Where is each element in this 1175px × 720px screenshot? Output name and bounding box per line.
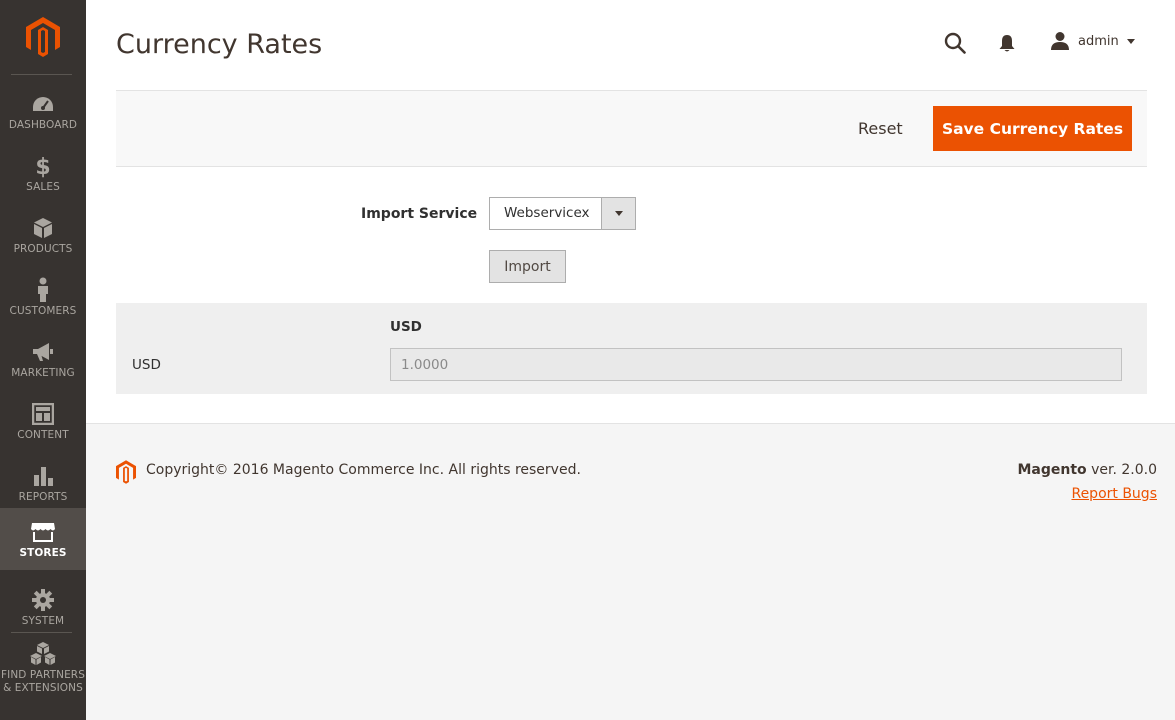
import-service-select[interactable]: Webservicex bbox=[489, 197, 636, 230]
sidebar-item-customers[interactable]: CUSTOMERS bbox=[0, 266, 86, 328]
sidebar-item-label: REPORTS bbox=[18, 491, 68, 503]
chevron-down-icon bbox=[1126, 38, 1135, 44]
sidebar-item-label: SYSTEM bbox=[21, 615, 65, 627]
version-info: Magento ver. 2.0.0 bbox=[1017, 462, 1157, 478]
sidebar-item-label: CONTENT bbox=[17, 429, 69, 441]
sidebar-item-label: STORES bbox=[19, 547, 67, 559]
admin-sidebar: DASHBOARD $ SALES PRODUCTS CUSTOMERS MAR… bbox=[0, 0, 86, 720]
bar-chart-icon bbox=[30, 464, 56, 488]
report-bugs-link[interactable]: Report Bugs bbox=[1071, 486, 1157, 502]
version-text: ver. 2.0.0 bbox=[1086, 462, 1157, 478]
import-service-value: Webservicex bbox=[504, 205, 590, 221]
gear-icon bbox=[30, 588, 56, 612]
cubes-icon bbox=[30, 642, 56, 666]
sidebar-item-label: DASHBOARD bbox=[8, 119, 78, 131]
sidebar-item-label: SALES bbox=[26, 181, 60, 193]
sidebar-item-content[interactable]: CONTENT bbox=[0, 390, 86, 452]
sidebar-divider bbox=[11, 632, 72, 633]
person-icon bbox=[30, 277, 56, 302]
row-label: USD bbox=[132, 357, 161, 373]
sidebar-item-stores[interactable]: STORES bbox=[0, 508, 86, 570]
sidebar-item-marketing[interactable]: MARKETING bbox=[0, 328, 86, 390]
admin-username: admin bbox=[1078, 33, 1119, 49]
magento-logo-icon bbox=[26, 17, 60, 57]
save-currency-rates-button[interactable]: Save Currency Rates bbox=[933, 106, 1132, 151]
magento-logo[interactable] bbox=[0, 0, 86, 74]
main-area: Currency Rates admin Reset Save Currency… bbox=[86, 0, 1175, 720]
brand-name: Magento bbox=[1017, 462, 1087, 478]
svg-text:$: $ bbox=[35, 155, 50, 178]
sidebar-item-products[interactable]: PRODUCTS bbox=[0, 204, 86, 266]
magento-logo-icon bbox=[116, 460, 136, 484]
notifications[interactable] bbox=[998, 34, 1016, 57]
select-toggle[interactable] bbox=[601, 198, 635, 229]
currency-rates-table: USD USD bbox=[116, 303, 1147, 394]
sidebar-item-system[interactable]: SYSTEM bbox=[0, 576, 86, 638]
megaphone-icon bbox=[30, 340, 56, 364]
copyright-text: Copyright© 2016 Magento Commerce Inc. Al… bbox=[146, 462, 581, 478]
sidebar-divider bbox=[11, 74, 72, 75]
page-title: Currency Rates bbox=[116, 29, 323, 60]
chevron-down-icon bbox=[614, 211, 623, 216]
footer-logo bbox=[116, 460, 136, 488]
import-service-label: Import Service bbox=[361, 206, 478, 222]
dollar-icon: $ bbox=[30, 154, 56, 178]
layout-icon bbox=[30, 402, 56, 426]
user-icon bbox=[1051, 32, 1069, 50]
rate-input[interactable] bbox=[390, 348, 1122, 381]
store-icon bbox=[30, 520, 56, 544]
box-icon bbox=[30, 216, 56, 240]
sidebar-item-sales[interactable]: $ SALES bbox=[0, 142, 86, 204]
sidebar-item-label: CUSTOMERS bbox=[9, 305, 77, 317]
dashboard-icon bbox=[30, 92, 56, 116]
admin-user-menu[interactable]: admin bbox=[1050, 31, 1135, 51]
sidebar-item-label: PRODUCTS bbox=[13, 243, 73, 255]
sidebar-item-reports[interactable]: REPORTS bbox=[0, 452, 86, 514]
bell-icon bbox=[999, 35, 1015, 52]
import-button[interactable]: Import bbox=[489, 250, 566, 283]
page-content: Currency Rates admin Reset Save Currency… bbox=[86, 0, 1175, 424]
search-icon bbox=[944, 32, 966, 54]
sidebar-item-find-partners[interactable]: FIND PARTNERS & EXTENSIONS bbox=[0, 638, 86, 700]
global-search[interactable] bbox=[944, 32, 966, 58]
sidebar-item-label: FIND PARTNERS & EXTENSIONS bbox=[1, 669, 85, 694]
sidebar-item-dashboard[interactable]: DASHBOARD bbox=[0, 80, 86, 142]
reset-button[interactable]: Reset bbox=[858, 119, 903, 138]
column-header: USD bbox=[390, 319, 422, 335]
page-actions-bar: Reset Save Currency Rates bbox=[116, 90, 1147, 167]
sidebar-item-label: MARKETING bbox=[11, 367, 75, 379]
